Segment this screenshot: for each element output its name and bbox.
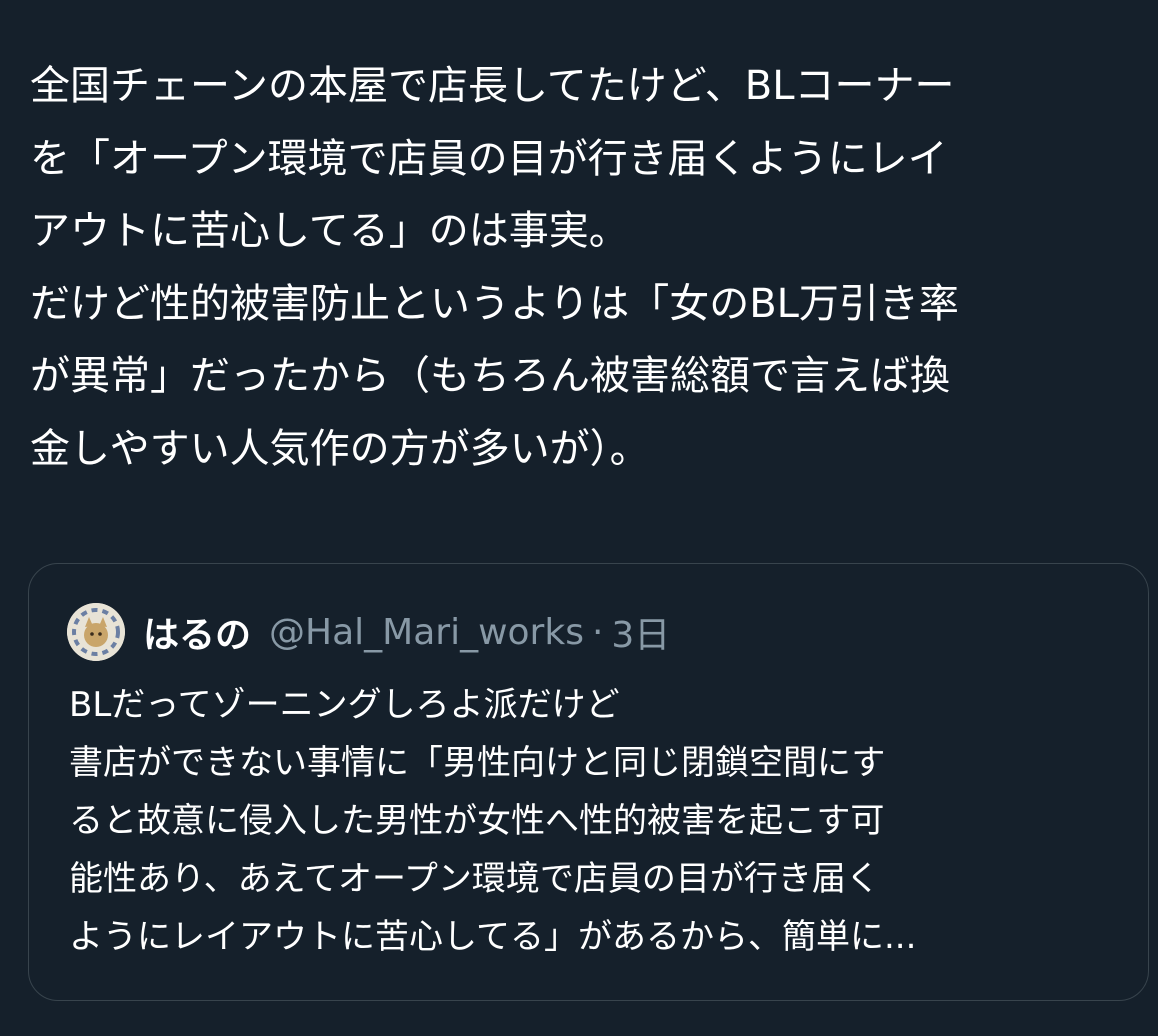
quoted-tweet-card[interactable]: はるの @Hal_Mari_works · 3日 BLだってゾーニングしろよ派だ… — [28, 563, 1149, 1001]
quoted-tweet-header: はるの @Hal_Mari_works · 3日 — [67, 602, 670, 662]
separator-dot: · — [591, 611, 604, 653]
quoted-tweet-text-line: ると故意に侵入した男性が女性へ性的被害を起こす可 — [69, 801, 885, 841]
quoted-tweet-text-line: 能性あり、あえてオープン環境で店員の目が行き届く — [69, 859, 880, 899]
tweet-text: 全国チェーンの本屋で店長してたけど、BLコーナー を「オープン環境で店員の目が行… — [30, 50, 1140, 485]
quoted-author-name[interactable]: はるの — [143, 606, 251, 658]
quoted-tweet-text-line: BLだってゾーニングしろよ派だけど — [69, 685, 620, 725]
tweet-text-line: アウトに苦心してる」のは事実。 — [30, 208, 629, 254]
quoted-tweet-text-line: 書店ができない事情に「男性向けと同じ閉鎖空間にす — [69, 743, 886, 783]
quoted-tweet-timestamp[interactable]: 3日 — [611, 606, 670, 658]
quoted-tweet-text-line: ようにレイアウトに苦心してる」があるから、簡単に... — [69, 917, 917, 957]
quoted-tweet-text: BLだってゾーニングしろよ派だけど 書店ができない事情に「男性向けと同じ閉鎖空間… — [69, 676, 1129, 966]
avatar[interactable] — [67, 603, 125, 661]
tweet-text-line: 全国チェーンの本屋で店長してたけど、BLコーナー — [30, 63, 955, 109]
tweet-text-line: 金しやすい人気作の方が多いが）。 — [30, 425, 650, 472]
tweet-text-line: を「オープン環境で店員の目が行き届くようにレイ — [30, 135, 948, 182]
quoted-author-handle[interactable]: @Hal_Mari_works — [269, 612, 584, 653]
avatar-image — [67, 603, 125, 661]
tweet-text-line: だけど性的被害防止というよりは「女のBL万引き率 — [30, 280, 959, 327]
tweet-text-line: が異常」だったから（もちろん被害総額で言えば換 — [30, 353, 950, 399]
